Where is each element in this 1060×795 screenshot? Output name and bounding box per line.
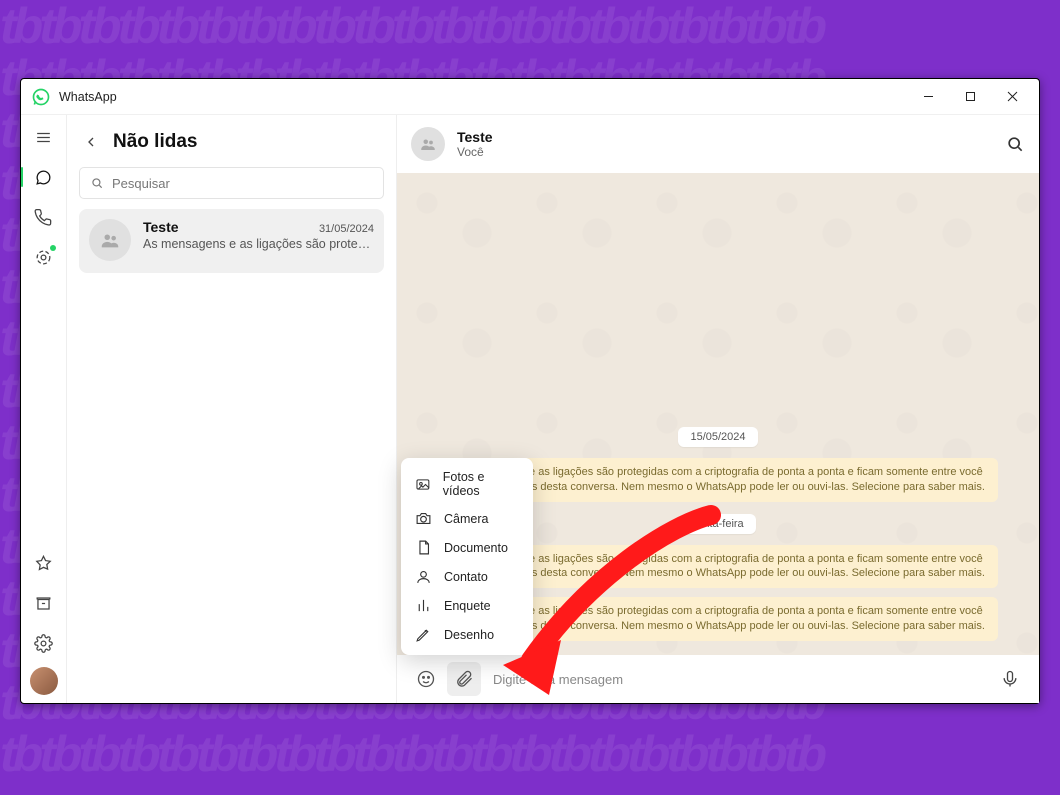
attach-document[interactable]: Documento <box>401 533 533 562</box>
attach-camera[interactable]: Câmera <box>401 504 533 533</box>
poll-icon <box>415 597 432 614</box>
sidebar-title: Não lidas <box>113 131 197 153</box>
attach-menu: Fotos e vídeos Câmera Documento Contato … <box>401 458 533 655</box>
search-placeholder: Pesquisar <box>112 176 170 191</box>
whatsapp-logo-icon <box>31 87 51 107</box>
chat-name: Teste <box>143 219 179 235</box>
conversation-header[interactable]: Teste Você <box>397 115 1039 173</box>
status-unread-dot-icon <box>50 245 56 251</box>
title-bar: WhatsApp <box>21 79 1039 115</box>
chat-preview: As mensagens e as ligações são protegi..… <box>143 237 374 251</box>
attach-poll[interactable]: Enquete <box>401 591 533 620</box>
profile-avatar[interactable] <box>30 667 58 695</box>
conversation-avatar-icon <box>411 127 445 161</box>
attach-item-label: Contato <box>444 570 488 584</box>
chat-date: 31/05/2024 <box>319 223 374 235</box>
emoji-button[interactable] <box>409 662 443 696</box>
date-divider: sexta-feira <box>680 514 755 534</box>
window-maximize-button[interactable] <box>949 82 991 112</box>
attach-photos-videos[interactable]: Fotos e vídeos <box>401 464 533 504</box>
attach-drawing[interactable]: Desenho <box>401 620 533 649</box>
favorites-tab[interactable] <box>28 547 60 579</box>
contact-icon <box>415 568 432 585</box>
date-divider: 15/05/2024 <box>678 427 757 447</box>
document-icon <box>415 539 432 556</box>
voice-message-button[interactable] <box>993 662 1027 696</box>
group-avatar-icon <box>89 219 131 261</box>
status-tab[interactable] <box>28 241 60 273</box>
camera-icon <box>415 510 432 527</box>
attach-item-label: Enquete <box>444 599 491 613</box>
navigation-rail <box>21 115 67 703</box>
app-window: WhatsApp <box>20 78 1040 704</box>
window-title: WhatsApp <box>59 90 117 104</box>
search-input[interactable]: Pesquisar <box>79 167 384 199</box>
window-close-button[interactable] <box>991 82 1033 112</box>
image-icon <box>415 476 431 493</box>
message-composer: Digite uma mensagem <box>397 655 1039 703</box>
window-minimize-button[interactable] <box>907 82 949 112</box>
chats-tab[interactable] <box>28 161 60 193</box>
attach-contact[interactable]: Contato <box>401 562 533 591</box>
calls-tab[interactable] <box>28 201 60 233</box>
menu-button[interactable] <box>28 121 60 153</box>
back-button[interactable] <box>83 134 99 150</box>
chat-list-panel: Não lidas Pesquisar Teste 31/05/2024 <box>67 115 397 703</box>
conversation-subtitle: Você <box>457 145 493 159</box>
attach-item-label: Câmera <box>444 512 488 526</box>
pencil-icon <box>415 626 432 643</box>
conversation-search-button[interactable] <box>1005 134 1025 154</box>
attach-item-label: Desenho <box>444 628 494 642</box>
attach-item-label: Fotos e vídeos <box>443 470 519 498</box>
conversation-name: Teste <box>457 129 493 145</box>
archive-tab[interactable] <box>28 587 60 619</box>
settings-button[interactable] <box>28 627 60 659</box>
attach-button[interactable] <box>447 662 481 696</box>
chat-list-item[interactable]: Teste 31/05/2024 As mensagens e as ligaç… <box>79 209 384 273</box>
attach-item-label: Documento <box>444 541 508 555</box>
message-input[interactable]: Digite uma mensagem <box>485 672 989 687</box>
search-icon <box>90 176 104 190</box>
